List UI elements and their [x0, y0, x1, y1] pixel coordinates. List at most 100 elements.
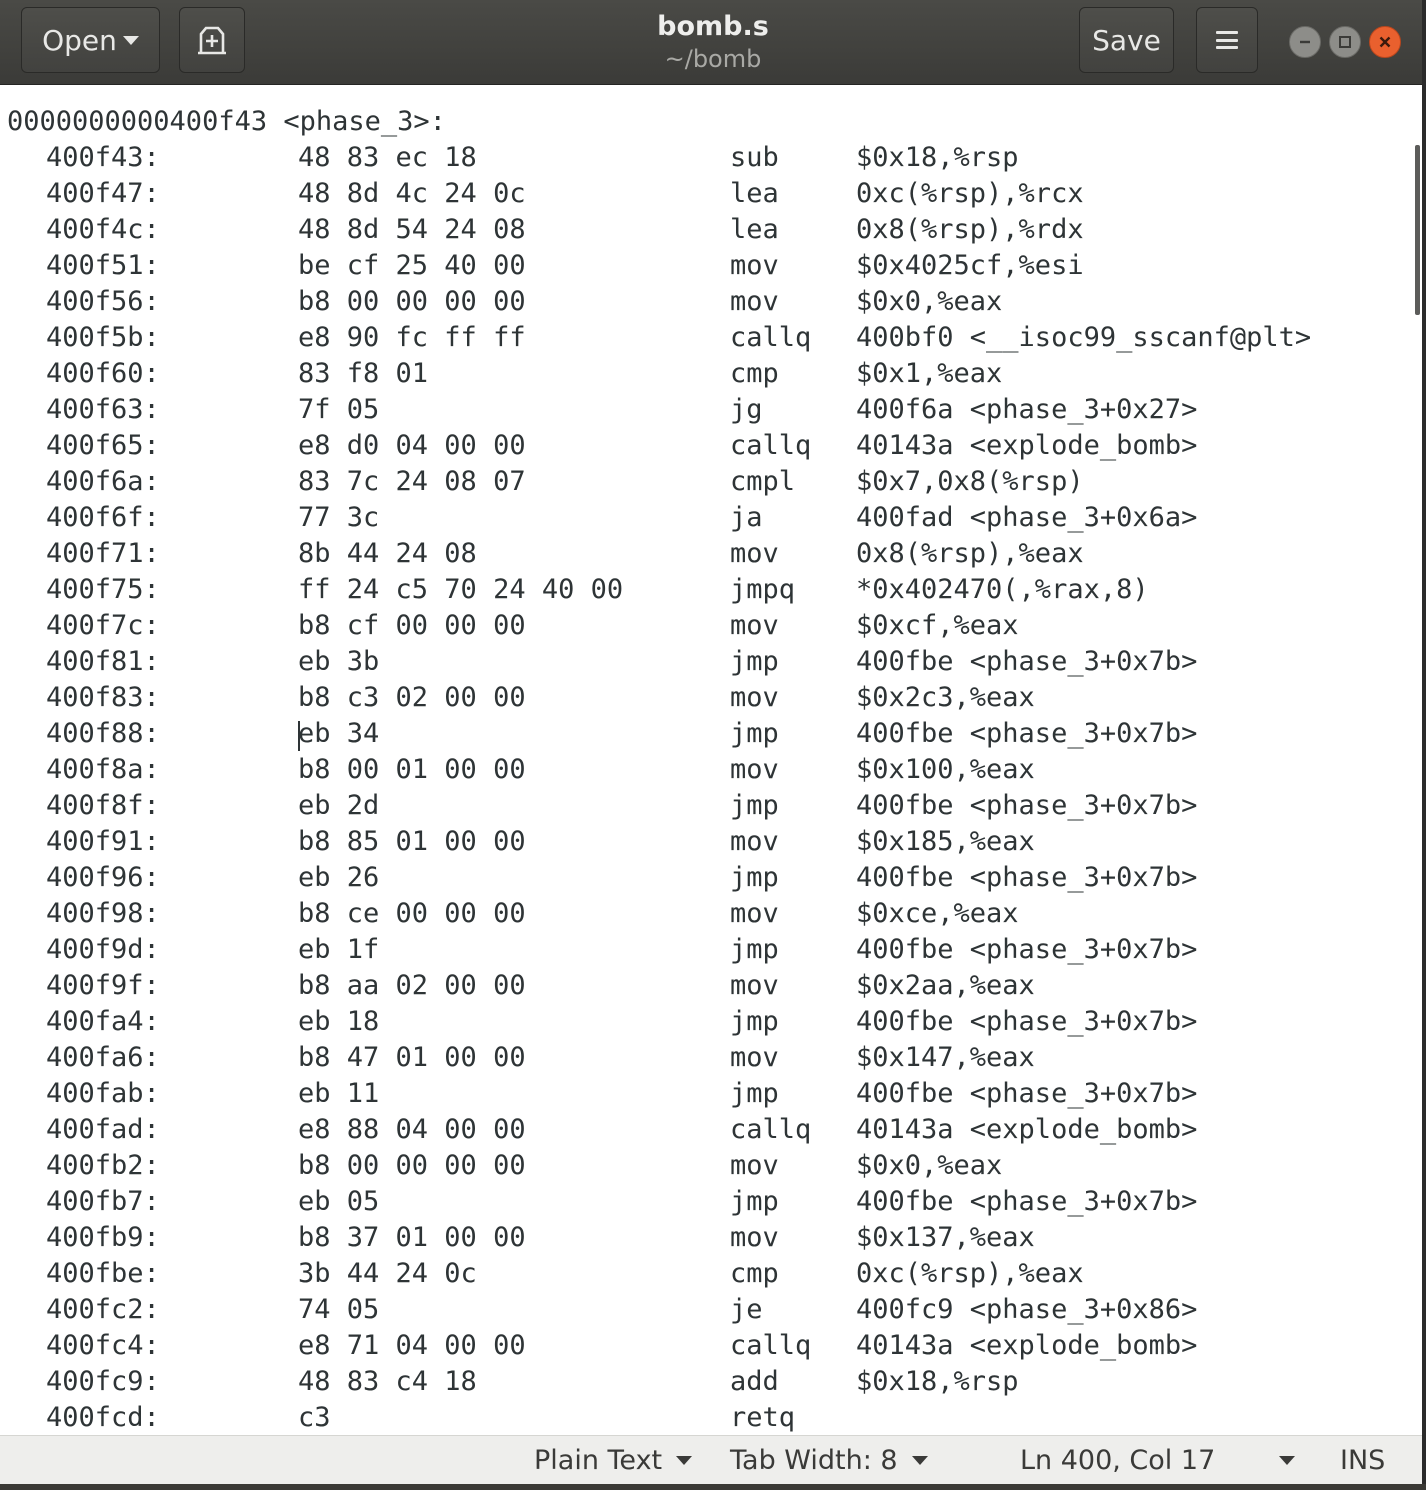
text-editor-area[interactable]: 0000000000400f43 <phase_3>: 400f43: 48 83… [7, 85, 1420, 1435]
line-mnemonic: mov [730, 286, 779, 317]
line-bytes: 3b 44 24 0c [298, 1258, 477, 1289]
chevron-down-icon [911, 1456, 928, 1465]
line-mnemonic: mov [730, 610, 779, 641]
line-mnemonic: mov [730, 682, 779, 713]
line-mnemonic: retq [730, 1402, 796, 1433]
line-address: 400f83: [46, 682, 160, 713]
line-bytes: eb 1f [298, 934, 380, 965]
line-mnemonic: mov [730, 970, 779, 1001]
line-operands: $0x2c3,%eax [856, 682, 1035, 713]
vertical-scrollbar[interactable] [1415, 145, 1420, 315]
line-mnemonic: mov [730, 826, 779, 857]
line-bytes: 48 8d 4c 24 0c [298, 178, 526, 209]
line-operands: 0x8(%rsp),%rdx [856, 214, 1084, 245]
line-mnemonic: callq [730, 1330, 812, 1361]
line-bytes: b8 85 01 00 00 [298, 826, 526, 857]
line-operands: $0x4025cf,%esi [856, 250, 1084, 281]
language-selector[interactable]: Plain Text [534, 1436, 693, 1485]
line-address: 400fc4: [46, 1330, 160, 1361]
line-address: 400f91: [46, 826, 160, 857]
line-address: 400f75: [46, 574, 160, 605]
line-bytes: eb 18 [298, 1006, 380, 1037]
window-title-area: bomb.s ~/bomb [500, 10, 926, 74]
chevron-down-icon [122, 35, 139, 45]
line-mnemonic: jmp [730, 1186, 779, 1217]
line-address: 400f47: [46, 178, 160, 209]
new-document-button[interactable] [179, 7, 245, 73]
line-bytes: b8 00 00 00 00 [298, 286, 526, 317]
line-address: 400fcd: [46, 1402, 160, 1433]
line-mnemonic: jmp [730, 718, 779, 749]
line-address: 400fa4: [46, 1006, 160, 1037]
close-button[interactable] [1369, 26, 1401, 58]
line-bytes: b8 00 00 00 00 [298, 1150, 526, 1181]
line-operands: 400fbe <phase_3+0x7b> [856, 1078, 1198, 1109]
line-mnemonic: mov [730, 538, 779, 569]
minimize-button[interactable] [1289, 26, 1321, 58]
line-address: 400fa6: [46, 1042, 160, 1073]
line-operands: $0x1,%eax [856, 358, 1003, 389]
line-mnemonic: lea [730, 214, 779, 245]
line-address: 400fab: [46, 1078, 160, 1109]
line-operands: 0xc(%rsp),%rcx [856, 178, 1084, 209]
line-address: 400f9d: [46, 934, 160, 965]
line-address: 400f96: [46, 862, 160, 893]
line-address: 400fb2: [46, 1150, 160, 1181]
document-path: ~/bomb [664, 45, 762, 73]
line-bytes: e8 d0 04 00 00 [298, 430, 526, 461]
line-operands: *0x402470(,%rax,8) [856, 574, 1149, 605]
menu-button[interactable] [1196, 7, 1258, 73]
line-bytes: eb 34 [298, 718, 380, 749]
line-mnemonic: jg [730, 394, 763, 425]
insert-mode-indicator: INS [1340, 1436, 1385, 1485]
line-mnemonic: callq [730, 1114, 812, 1145]
line-address: 400f8a: [46, 754, 160, 785]
line-mnemonic: jmpq [730, 574, 796, 605]
line-mnemonic: mov [730, 898, 779, 929]
line-address: 400f5b: [46, 322, 160, 353]
cursor-position-selector[interactable]: Ln 400, Col 17 [1020, 1436, 1296, 1485]
line-bytes: 48 83 c4 18 [298, 1366, 477, 1397]
line-bytes: 83 7c 24 08 07 [298, 466, 526, 497]
line-operands: 40143a <explode_bomb> [856, 1330, 1198, 1361]
line-address: 400f43: [46, 142, 160, 173]
line-bytes: be cf 25 40 00 [298, 250, 526, 281]
line-bytes: b8 47 01 00 00 [298, 1042, 526, 1073]
open-button[interactable]: Open [21, 7, 160, 73]
line-operands: 0xc(%rsp),%eax [856, 1258, 1084, 1289]
line-operands: $0x18,%rsp [856, 1366, 1019, 1397]
line-address: 400f88: [46, 718, 160, 749]
line-address: 400f7c: [46, 610, 160, 641]
line-operands: $0x0,%eax [856, 1150, 1003, 1181]
line-mnemonic: cmp [730, 358, 779, 389]
chevron-down-icon [1279, 1456, 1296, 1465]
maximize-button[interactable] [1329, 26, 1361, 58]
line-address: 400f81: [46, 646, 160, 677]
line-operands: 400fbe <phase_3+0x7b> [856, 790, 1198, 821]
save-button[interactable]: Save [1079, 7, 1174, 73]
line-mnemonic: mov [730, 250, 779, 281]
line-mnemonic: cmp [730, 1258, 779, 1289]
line-address: 400f4c: [46, 214, 160, 245]
line-address: 400fc2: [46, 1294, 160, 1325]
line-operands: 40143a <explode_bomb> [856, 1114, 1198, 1145]
line-mnemonic: callq [730, 322, 812, 353]
line-operands: 400bf0 <__isoc99_sscanf@plt> [856, 322, 1312, 353]
line-address: 400fc9: [46, 1366, 160, 1397]
hamburger-menu-icon [1216, 31, 1238, 49]
tab-width-selector[interactable]: Tab Width: 8 [730, 1436, 928, 1485]
line-address: 400fad: [46, 1114, 160, 1145]
line-bytes: 8b 44 24 08 [298, 538, 477, 569]
line-operands: 400fbe <phase_3+0x7b> [856, 718, 1198, 749]
line-address: 400f65: [46, 430, 160, 461]
close-icon [1379, 36, 1391, 48]
line-bytes: b8 c3 02 00 00 [298, 682, 526, 713]
line-operands: 400fc9 <phase_3+0x86> [856, 1294, 1198, 1325]
line-address: 400fbe: [46, 1258, 160, 1289]
line-mnemonic: jmp [730, 862, 779, 893]
line-mnemonic: je [730, 1294, 763, 1325]
line-operands: $0xce,%eax [856, 898, 1019, 929]
function-heading: 0000000000400f43 <phase_3>: [7, 106, 446, 137]
new-document-icon [198, 26, 226, 55]
line-operands: 400fbe <phase_3+0x7b> [856, 862, 1198, 893]
